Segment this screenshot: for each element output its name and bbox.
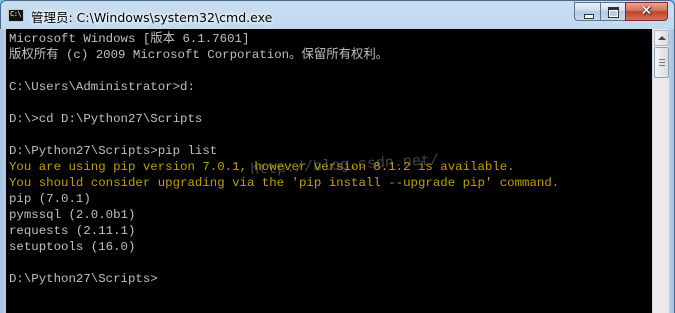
arrow-up-icon <box>658 36 666 40</box>
window-right-frame <box>669 29 674 313</box>
cmd-icon-glyph: C:\ <box>10 10 22 18</box>
cmd-app-icon[interactable]: C:\ <box>8 9 24 22</box>
window-controls: ✕ <box>574 2 668 21</box>
console-line: requests (2.11.1) <box>9 224 136 238</box>
close-button[interactable]: ✕ <box>625 2 668 21</box>
window-title: 管理员: C:\Windows\system32\cmd.exe <box>31 10 273 25</box>
maximize-button[interactable] <box>600 2 625 21</box>
console-output[interactable]: Microsoft Windows [版本 6.1.7601] 版权所有 (c) … <box>6 29 652 313</box>
console-line: C:\Users\Administrator>d: <box>9 80 195 94</box>
console-line: D:\>cd D:\Python27\Scripts <box>9 112 203 126</box>
console-line: D:\Python27\Scripts> <box>9 272 158 286</box>
minimize-button[interactable] <box>574 2 600 21</box>
grip-line-icon <box>659 59 665 60</box>
scroll-up-button[interactable] <box>654 30 669 46</box>
close-icon: ✕ <box>640 3 653 19</box>
console-text: Microsoft Windows [版本 6.1.7601] 版权所有 (c) … <box>9 31 559 287</box>
console-line: Microsoft Windows [版本 6.1.7601] <box>9 32 250 46</box>
console-line: 版权所有 (c) 2009 Microsoft Corporation。保留所有… <box>9 48 389 62</box>
console-line: D:\Python27\Scripts>pip list <box>9 144 218 158</box>
grip-line-icon <box>659 62 665 63</box>
scroll-thumb[interactable] <box>654 47 669 78</box>
minimize-icon <box>584 14 594 19</box>
console-line: pymssql (2.0.0b1) <box>9 208 136 222</box>
grip-line-icon <box>659 65 665 66</box>
console-line: You should consider upgrading via the 'p… <box>9 176 560 190</box>
console-line: setuptools (16.0) <box>9 240 136 254</box>
console-line: pip (7.0.1) <box>9 192 91 206</box>
title-bar[interactable]: C:\ 管理员: C:\Windows\system32\cmd.exe ✕ <box>1 1 674 29</box>
vertical-scrollbar[interactable] <box>652 29 670 313</box>
maximize-icon <box>608 7 619 18</box>
